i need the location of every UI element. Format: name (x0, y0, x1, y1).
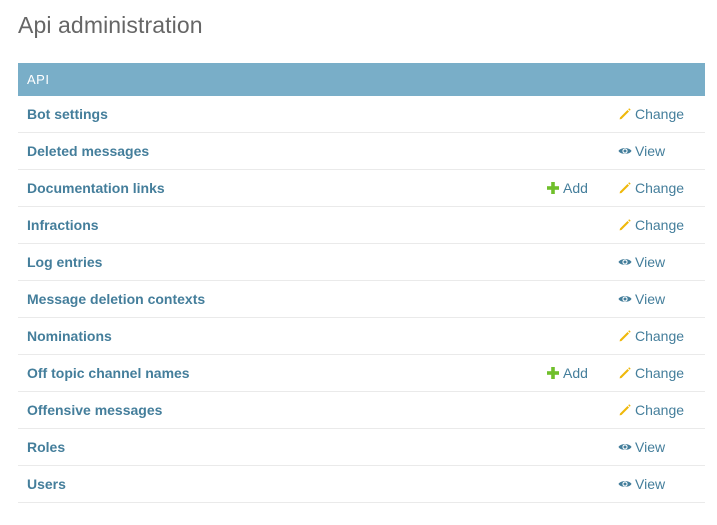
view-link-label: View (635, 291, 666, 307)
model-row-infractions: Infractions Change (18, 207, 705, 244)
model-row-users: Users View (18, 466, 705, 503)
change-link[interactable]: Change (618, 355, 684, 391)
pencil-icon (618, 217, 635, 233)
model-link[interactable]: Log entries (27, 244, 102, 280)
view-link[interactable]: View (618, 133, 665, 169)
model-link[interactable]: Off topic channel names (27, 355, 190, 391)
plus-icon (546, 365, 563, 381)
model-row-nominations: Nominations Change (18, 318, 705, 355)
plus-icon (546, 180, 563, 196)
eye-icon (618, 254, 635, 270)
eye-icon (618, 143, 635, 159)
model-link[interactable]: Offensive messages (27, 392, 162, 428)
model-row-bot-settings: Bot settings Change (18, 96, 705, 133)
change-link-label: Change (635, 217, 685, 233)
model-row-off-topic-channel-names: Off topic channel names Add Change (18, 355, 705, 392)
model-link[interactable]: Nominations (27, 318, 112, 354)
view-link-label: View (635, 143, 666, 159)
change-link-label: Change (635, 180, 685, 196)
add-link-label: Add (563, 180, 588, 196)
change-link-label: Change (635, 402, 685, 418)
change-link[interactable]: Change (618, 207, 684, 243)
app-module-api: API Bot settings Change Deleted messages… (18, 63, 705, 503)
model-link[interactable]: Infractions (27, 207, 99, 243)
eye-icon (618, 439, 635, 455)
pencil-icon (618, 106, 635, 122)
model-row-roles: Roles View (18, 429, 705, 466)
add-link[interactable]: Add (546, 355, 588, 391)
view-link-label: View (635, 476, 666, 492)
page-title: Api administration (18, 12, 203, 38)
view-link-label: View (635, 254, 666, 270)
model-link[interactable]: Deleted messages (27, 133, 149, 169)
module-caption[interactable]: API (18, 63, 705, 96)
admin-page: Api administration API Bot settings Chan… (0, 0, 717, 525)
eye-icon (618, 291, 635, 307)
model-row-message-deletion-contexts: Message deletion contexts View (18, 281, 705, 318)
module-caption-label[interactable]: API (27, 72, 49, 87)
model-row-log-entries: Log entries View (18, 244, 705, 281)
change-link-label: Change (635, 365, 685, 381)
change-link[interactable]: Change (618, 96, 684, 132)
view-link-label: View (635, 439, 666, 455)
add-link[interactable]: Add (546, 170, 588, 206)
model-link[interactable]: Documentation links (27, 170, 165, 206)
pencil-icon (618, 402, 635, 418)
pencil-icon (618, 365, 635, 381)
view-link[interactable]: View (618, 429, 665, 465)
change-link[interactable]: Change (618, 318, 684, 354)
add-link-label: Add (563, 365, 588, 381)
view-link[interactable]: View (618, 244, 665, 280)
view-link[interactable]: View (618, 466, 665, 502)
view-link[interactable]: View (618, 281, 665, 317)
pencil-icon (618, 328, 635, 344)
model-list: Bot settings Change Deleted messages Vie… (18, 96, 705, 503)
model-row-offensive-messages: Offensive messages Change (18, 392, 705, 429)
change-link-label: Change (635, 106, 685, 122)
model-row-documentation-links: Documentation links Add Change (18, 170, 705, 207)
model-row-deleted-messages: Deleted messages View (18, 133, 705, 170)
model-link[interactable]: Roles (27, 429, 65, 465)
change-link-label: Change (635, 328, 685, 344)
change-link[interactable]: Change (618, 392, 684, 428)
model-link[interactable]: Users (27, 466, 66, 502)
change-link[interactable]: Change (618, 170, 684, 206)
model-link[interactable]: Message deletion contexts (27, 281, 205, 317)
model-link[interactable]: Bot settings (27, 96, 108, 132)
pencil-icon (618, 180, 635, 196)
eye-icon (618, 476, 635, 492)
